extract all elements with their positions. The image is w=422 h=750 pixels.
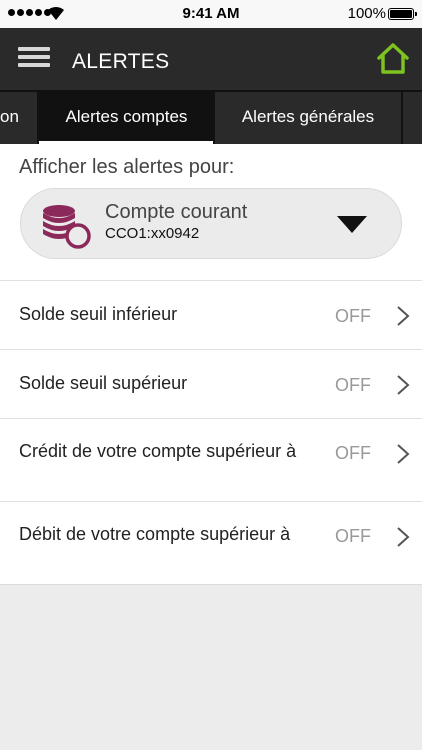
account-selector[interactable]: Compte courant CCO1:xx0942 bbox=[20, 188, 402, 259]
app-header: ALERTES bbox=[0, 28, 422, 90]
dropdown-caret-icon[interactable] bbox=[337, 216, 367, 233]
alert-row-credit[interactable]: Crédit de votre compte supérieur à OFF bbox=[0, 418, 422, 501]
home-icon[interactable] bbox=[376, 42, 410, 76]
account-name: Compte courant bbox=[105, 201, 248, 223]
chevron-right-icon[interactable] bbox=[396, 305, 410, 327]
chevron-right-icon[interactable] bbox=[396, 374, 410, 396]
account-number: CCO1:xx0942 bbox=[105, 225, 200, 242]
tab-bar: on Alertes comptes Alertes générales bbox=[0, 90, 422, 144]
alert-state: OFF bbox=[335, 375, 371, 395]
hamburger-menu-icon[interactable] bbox=[18, 47, 50, 69]
alert-state: OFF bbox=[335, 443, 371, 463]
tab-alertes-generales[interactable]: Alertes générales bbox=[215, 92, 401, 144]
battery-icon bbox=[388, 8, 417, 20]
page-title: ALERTES bbox=[72, 50, 170, 73]
alert-row-debit[interactable]: Débit de votre compte supérieur à OFF bbox=[0, 501, 422, 584]
alert-label: Solde seuil supérieur bbox=[19, 373, 188, 393]
alert-row-solde-superieur[interactable]: Solde seuil supérieur OFF bbox=[0, 349, 422, 418]
alert-label: Débit de votre compte supérieur à bbox=[19, 524, 291, 544]
tab-partial[interactable]: on bbox=[0, 92, 38, 144]
empty-background bbox=[0, 584, 422, 750]
battery-percentage: 100% bbox=[347, 5, 386, 22]
alert-label: Solde seuil inférieur bbox=[19, 304, 178, 324]
tab-alertes-comptes[interactable]: Alertes comptes bbox=[39, 92, 214, 144]
chevron-right-icon[interactable] bbox=[396, 443, 410, 465]
status-bar: 9:41 AM 100% bbox=[0, 0, 422, 28]
account-prompt: Afficher les alertes pour: bbox=[19, 156, 235, 178]
alert-label: Crédit de votre compte supérieur à bbox=[19, 441, 297, 461]
tab-divider bbox=[401, 92, 403, 144]
alert-row-solde-inferieur[interactable]: Solde seuil inférieur OFF bbox=[0, 280, 422, 349]
alert-state: OFF bbox=[335, 306, 371, 326]
chevron-right-icon[interactable] bbox=[396, 526, 410, 548]
alert-state: OFF bbox=[335, 526, 371, 546]
coins-icon bbox=[43, 205, 91, 249]
